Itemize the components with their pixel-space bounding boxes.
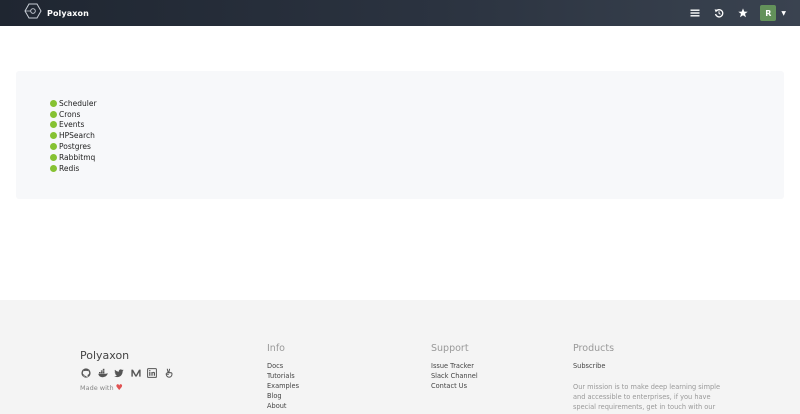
services-status-panel: Scheduler Crons Events HPSearch Postgres Rabb… (16, 71, 784, 199)
footer: Polyaxon Made with ♥ Info Docs Tutorials… (0, 300, 800, 414)
footer-products-column: Products Subscribe Our mission is to mak… (573, 343, 733, 414)
footer-link-docs[interactable]: Docs (267, 361, 299, 371)
service-name: Crons (59, 109, 81, 119)
service-name: Events (59, 120, 85, 130)
made-with-text: Made with (80, 384, 114, 392)
home-logo-link[interactable]: Polyaxon (24, 3, 89, 23)
status-dot-icon (50, 164, 57, 172)
footer-link-contact-us[interactable]: Contact Us (431, 381, 478, 391)
twitter-icon[interactable] (114, 368, 124, 378)
made-with-note: Made with ♥ (80, 383, 123, 392)
services-list: Scheduler Crons Events HPSearch Postgres Rabb… (50, 98, 97, 174)
footer-support-title: Support (431, 343, 469, 354)
top-navbar: Polyaxon R ▼ (0, 0, 800, 26)
social-links (81, 368, 180, 378)
heart-icon: ♥ (115, 383, 123, 392)
footer-link-subscribe[interactable]: Subscribe (573, 361, 733, 371)
footer-info-title: Info (267, 343, 285, 354)
caret-down-icon[interactable]: ▼ (781, 10, 786, 17)
status-dot-icon (50, 99, 57, 107)
docker-icon[interactable] (97, 368, 108, 378)
user-avatar[interactable]: R (760, 5, 777, 21)
footer-link-tutorials[interactable]: Tutorials (267, 371, 299, 381)
mission-statement: Our mission is to make deep learning sim… (573, 383, 721, 414)
footer-products-title: Products (573, 343, 615, 354)
history-icon[interactable] (713, 7, 725, 19)
service-item: Postgres (50, 141, 97, 152)
service-item: Rabbitmq (50, 152, 97, 163)
service-item: Redis (50, 163, 97, 174)
footer-link-blog[interactable]: Blog (267, 391, 299, 401)
footer-brand: Polyaxon (80, 349, 130, 362)
service-item: Scheduler (50, 98, 97, 109)
service-item: Crons (50, 109, 97, 120)
service-item: HPSearch (50, 130, 97, 141)
footer-link-about[interactable]: About (267, 401, 299, 411)
list-icon[interactable] (689, 7, 701, 19)
service-name: Rabbitmq (59, 152, 96, 162)
service-item: Events (50, 120, 97, 131)
footer-link-issue-tracker[interactable]: Issue Tracker (431, 361, 478, 371)
medium-icon[interactable] (130, 368, 141, 378)
status-dot-icon (50, 121, 57, 129)
github-icon[interactable] (81, 368, 91, 378)
status-dot-icon (50, 143, 57, 151)
service-name: Scheduler (59, 98, 97, 108)
polyaxon-logo-icon (24, 3, 42, 23)
status-dot-icon (50, 153, 57, 161)
footer-link-slack-channel[interactable]: Slack Channel (431, 371, 478, 381)
service-name: Postgres (59, 142, 91, 152)
footer-link-examples[interactable]: Examples (267, 381, 299, 391)
footer-support-column: Support Issue Tracker Slack Channel Cont… (431, 343, 478, 391)
status-dot-icon (50, 132, 57, 140)
service-name: Redis (59, 163, 80, 173)
star-icon[interactable] (737, 7, 749, 19)
linkedin-icon[interactable] (147, 368, 157, 378)
footer-info-column: Info Docs Tutorials Examples Blog About (267, 343, 299, 411)
status-dot-icon (50, 110, 57, 118)
service-name: HPSearch (59, 131, 95, 141)
slack-icon[interactable] (164, 368, 174, 378)
brand-name: Polyaxon (47, 8, 89, 18)
